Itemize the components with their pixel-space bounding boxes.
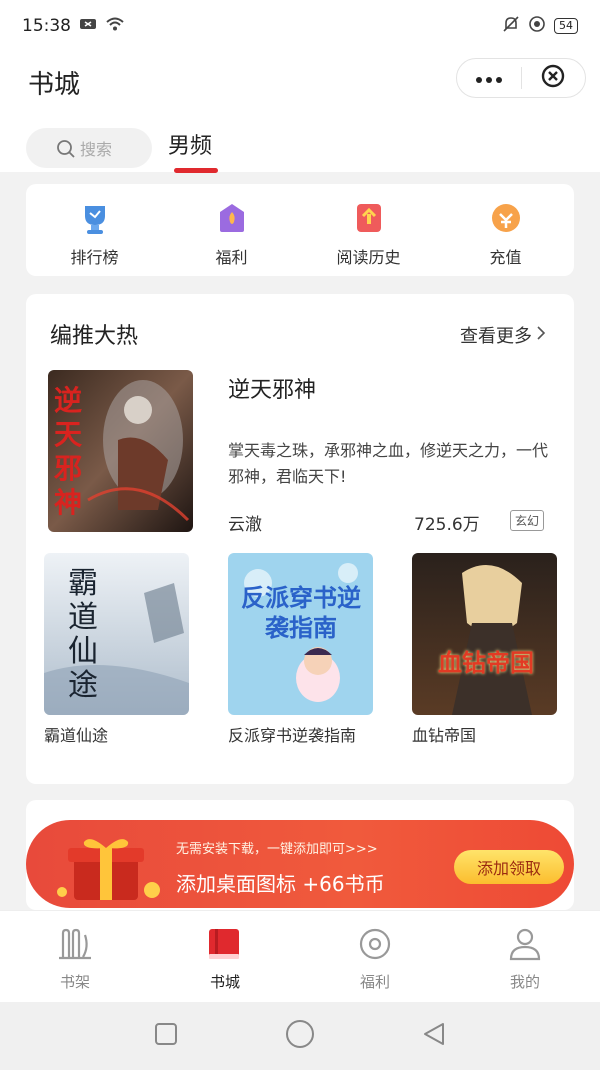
search-placeholder: 搜索 [80,140,113,159]
tab-label: 我的 [509,973,540,991]
search-icon [56,139,76,163]
add-desktop-icon-banner[interactable]: 无需安装下载，一键添加即可>>> 添加桌面图标 +66书币 添加领取 [26,820,574,908]
more-dots-icon [475,69,503,88]
quick-nav-label: 福利 [215,248,248,267]
book-title: 反派穿书逆袭指南 [228,726,357,745]
tab-label: 福利 [359,973,390,991]
mute-bell-icon [502,15,520,38]
featured-book-readers: 725.6万 [414,515,480,535]
system-nav-bar [0,1002,600,1070]
miniapp-capsule [456,58,586,98]
back-button[interactable] [421,1021,447,1051]
see-more-label: 查看更多 [460,326,532,347]
recent-apps-button[interactable] [153,1021,179,1051]
tab-profile[interactable]: 我的 [450,911,600,1002]
book-cover-title: 霸道仙途 [68,566,98,703]
notification-icon [79,16,97,36]
see-more-link[interactable]: 查看更多 [460,322,546,348]
home-button[interactable] [284,1018,316,1054]
trophy-icon [75,198,115,238]
quick-nav-label: 排行榜 [70,248,119,267]
book-item[interactable]: 血钻帝国 血钻帝国 [412,553,557,747]
book-cover: 霸道仙途 [44,553,189,715]
quick-nav-recharge[interactable]: 充值 [437,184,574,276]
tab-active-indicator [174,168,218,173]
section-title: 编推大热 [50,324,139,349]
banner-main-text: 添加桌面图标 +66书币 [176,872,385,896]
quick-nav: 排行榜 福利 阅读历史 充值 [26,184,574,276]
wifi-icon [105,16,125,37]
featured-book-title[interactable]: 逆天邪神 [228,372,316,404]
genre-tag: 玄幻 [510,510,545,531]
bookshelf-icon [55,927,95,965]
book-title: 霸道仙途 [44,726,109,745]
welfare-icon [355,927,395,965]
location-icon [528,15,546,38]
quick-nav-label: 充值 [489,248,522,267]
tab-bookshelf[interactable]: 书架 [0,911,150,1002]
book-cover-title: 血钻帝国 [438,649,534,677]
close-icon [540,63,566,93]
featured-book-description: 掌天毒之珠，承邪神之血，修逆天之力，一代邪神，君临天下! [228,441,549,486]
status-time: 15:38 [22,16,71,36]
tab-label: 书城 [209,973,240,991]
featured-cover-title: 逆天邪神 [54,384,83,519]
history-icon [349,198,389,238]
gift-icon [56,832,166,908]
quick-nav-ranking[interactable]: 排行榜 [26,184,163,276]
header: 书城 搜索 男频 [0,52,600,173]
bookstore-icon [205,927,245,965]
status-bar: 15:38 54 [0,0,600,52]
featured-book-cover[interactable]: 逆天邪神 [48,370,193,532]
quick-nav-label: 阅读历史 [336,248,401,267]
profile-icon [505,927,545,965]
gift-box-icon [212,198,252,238]
search-input[interactable]: 搜索 [26,128,152,168]
book-item[interactable]: 霸道仙途 霸道仙途 [44,553,189,747]
tab-welfare[interactable]: 福利 [300,911,450,1002]
book-title: 血钻帝国 [412,726,477,745]
recommend-card: 编推大热 查看更多 逆天邪神 逆天邪神 掌天毒之珠，承邪神之血，修逆天之力，一代… [26,294,574,784]
quick-nav-history[interactable]: 阅读历史 [300,184,437,276]
more-button[interactable] [457,59,521,97]
bottom-tab-bar: 书架 书城 福利 我的 [0,910,600,1002]
book-cover: 反派穿书逆袭指南 [228,553,373,715]
featured-book-author: 云澈 [228,515,262,535]
page-title: 书城 [28,70,81,100]
book-cover: 血钻帝国 [412,553,557,715]
quick-nav-welfare[interactable]: 福利 [163,184,300,276]
book-item[interactable]: 反派穿书逆袭指南 反派穿书逆袭指南 [228,553,373,747]
chevron-right-icon [536,325,546,346]
coin-icon [486,198,526,238]
tab-male[interactable]: 男频 [168,128,212,160]
tab-label: 书架 [59,973,90,991]
banner-subtext: 无需安装下载，一键添加即可>>> [176,842,378,857]
tab-bookstore[interactable]: 书城 [150,911,300,1002]
close-button[interactable] [522,59,586,97]
book-cover-title: 反派穿书逆袭指南 [241,584,361,642]
battery-indicator: 54 [554,18,578,34]
add-claim-button[interactable]: 添加领取 [454,850,564,884]
